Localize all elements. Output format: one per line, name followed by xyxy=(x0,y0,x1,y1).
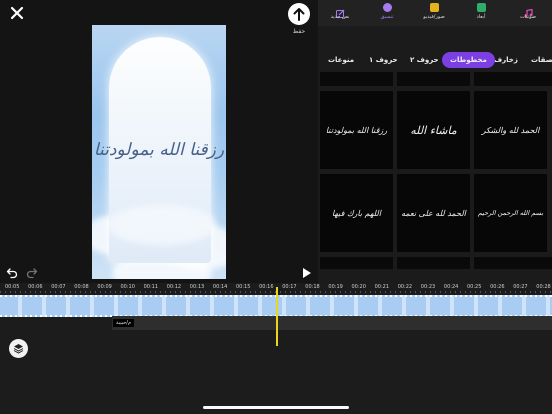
tab-media[interactable]: صور/فيديو xyxy=(414,3,454,20)
music-note-icon xyxy=(524,3,533,18)
tile-text: بسم الله الرحمن الرحيم xyxy=(477,209,544,217)
time-tick-label: 00:07 xyxy=(51,284,66,290)
tab-sounds[interactable]: صوتيات xyxy=(508,3,548,20)
export-button[interactable] xyxy=(288,3,310,25)
time-tick-label: 00:22 xyxy=(397,284,413,290)
tab-format[interactable]: تنسيق xyxy=(367,3,407,20)
home-indicator xyxy=(203,406,349,409)
media-icon xyxy=(429,3,439,12)
category-ornaments[interactable]: زخارف xyxy=(494,52,518,68)
time-tick-label: 00:15 xyxy=(236,284,251,290)
time-tick-label: 00:21 xyxy=(374,284,390,290)
playhead[interactable] xyxy=(276,287,278,346)
time-tick-label: 00:23 xyxy=(420,284,436,290)
video-canvas[interactable]: رزقنا الله بمولودتنا xyxy=(92,25,226,279)
tile-text: اللهم بارك فيها xyxy=(332,208,381,218)
time-tick-label: 00:16 xyxy=(259,284,274,290)
time-tick-label: 00:12 xyxy=(166,284,182,290)
time-tick-label: 00:19 xyxy=(328,284,343,290)
category-misc[interactable]: منوعات xyxy=(328,52,354,68)
canvas-calligraphy-text[interactable]: رزقنا الله بمولودتنا xyxy=(92,140,226,160)
time-tick-label: 00:25 xyxy=(467,284,482,290)
tab-dimensions[interactable]: أبعاد xyxy=(461,3,501,20)
calligraphy-tile[interactable]: ماشاء الله xyxy=(397,91,470,169)
tile-text: الحمد لله والشكر xyxy=(481,125,540,135)
preview-pane: حفظ رزقنا الله بمولودتنا xyxy=(0,0,318,283)
layers-icon xyxy=(13,344,24,354)
play-icon[interactable] xyxy=(302,264,312,278)
time-tick-label: 00:26 xyxy=(490,284,505,290)
category-letters-2[interactable]: حروف ٢ xyxy=(410,52,439,68)
time-tick-label: 00:10 xyxy=(120,284,135,290)
text-layer-chip[interactable]: م/حبيبة xyxy=(113,319,135,327)
time-tick-label: 00:27 xyxy=(513,284,528,290)
calligraphy-tile[interactable]: الحمد لله والشكر xyxy=(474,91,547,169)
time-tick-label: 00:11 xyxy=(143,284,159,290)
time-tick-label: 00:18 xyxy=(305,284,320,290)
export-control[interactable]: حفظ xyxy=(286,3,312,35)
palette-icon xyxy=(382,3,392,12)
time-tick-label: 00:13 xyxy=(189,284,205,290)
time-tick-label: 00:24 xyxy=(443,284,459,290)
assets-panel: صوتيات أبعاد صور/فيديو تنسيق نص جديد ملص… xyxy=(318,0,552,283)
time-tick-label: 00:17 xyxy=(282,284,297,290)
text-layer-track[interactable]: م/حبيبة xyxy=(112,316,552,330)
close-icon[interactable] xyxy=(8,4,26,22)
category-tabs: ملصقات زخارف مخطوطات حروف ٢ حروف ١ منوعا… xyxy=(318,52,552,68)
tile-text: الحمد لله على نعمه xyxy=(401,208,466,218)
upload-arrow-icon xyxy=(293,8,305,21)
tab-sounds-label: صوتيات xyxy=(520,14,536,20)
tab-media-label: صور/فيديو xyxy=(423,14,445,20)
time-tick-label: 00:28 xyxy=(536,284,551,290)
category-stickers[interactable]: ملصقات xyxy=(531,52,552,68)
time-tick-label: 00:09 xyxy=(97,284,112,290)
tab-new-text[interactable]: نص جديد xyxy=(320,3,360,20)
export-label: حفظ xyxy=(292,28,306,35)
calligraphy-tile[interactable]: الحمد لله على نعمه xyxy=(397,174,470,252)
undo-icon[interactable] xyxy=(6,264,18,279)
calligraphy-tile[interactable]: اللهم بارك فيها xyxy=(320,174,393,252)
tab-format-label: تنسيق xyxy=(380,14,394,20)
tool-tabs: صوتيات أبعاد صور/فيديو تنسيق نص جديد xyxy=(318,0,552,26)
time-tick-label: 00:08 xyxy=(74,284,89,290)
tile-text: ماشاء الله xyxy=(410,123,457,137)
tab-dimensions-label: أبعاد xyxy=(476,14,486,20)
category-letters-1[interactable]: حروف ١ xyxy=(369,52,398,68)
time-tick-label: 00:14 xyxy=(212,284,228,290)
category-manuscripts[interactable]: مخطوطات xyxy=(442,52,495,68)
time-tick-label: 00:20 xyxy=(351,284,366,290)
time-tick-label: 00:05 xyxy=(5,284,20,290)
tab-new-text-label: نص جديد xyxy=(330,14,350,20)
layers-button[interactable] xyxy=(9,339,28,358)
dimensions-icon xyxy=(476,3,486,12)
calligraphy-tile[interactable]: رزقنا الله بمولودتنا xyxy=(320,91,393,169)
redo-icon[interactable] xyxy=(26,264,38,279)
new-text-icon xyxy=(335,3,345,18)
time-tick-label: 00:06 xyxy=(28,284,43,290)
tile-text: رزقنا الله بمولودتنا xyxy=(325,125,388,135)
calligraphy-tile[interactable]: بسم الله الرحمن الرحيم xyxy=(474,174,547,252)
